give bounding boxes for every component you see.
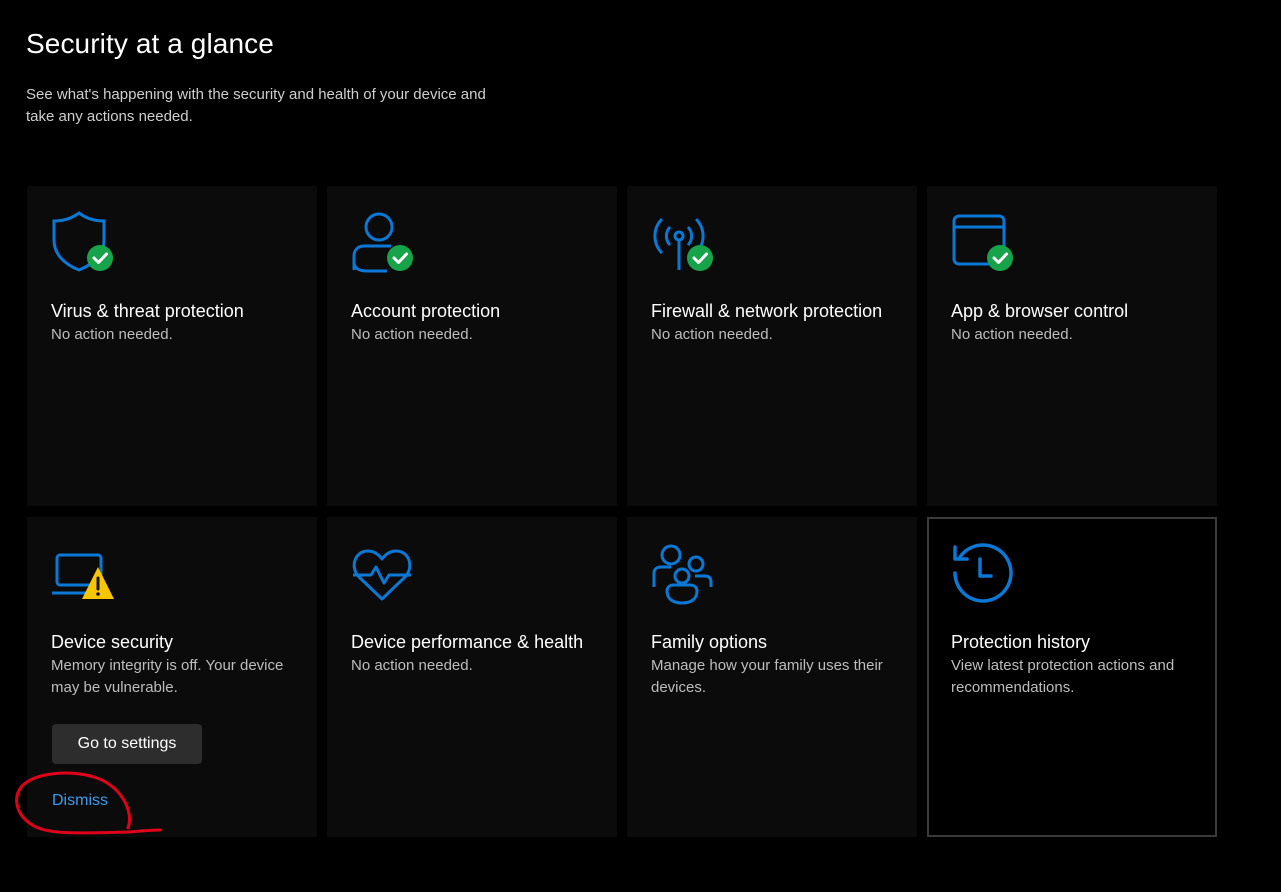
person-icon bbox=[352, 212, 413, 273]
tile-title: Virus & threat protection bbox=[51, 301, 244, 321]
tile-protection-history[interactable]: Protection history View latest protectio… bbox=[927, 517, 1217, 837]
red-circle-annotation bbox=[15, 771, 162, 835]
tile-status-text: No action needed. bbox=[351, 326, 473, 343]
tile-status-text: Memory integrity is off. Your device may… bbox=[51, 657, 284, 696]
page-subtitle: See what's happening with the security a… bbox=[26, 86, 486, 125]
laptop-icon bbox=[52, 553, 114, 599]
browser-window-icon bbox=[952, 214, 1013, 271]
tile-virus-threat-protection[interactable]: Virus & threat protection No action need… bbox=[27, 186, 317, 506]
tile-status-text: Manage how your family uses their device… bbox=[651, 657, 883, 696]
tile-title: Family options bbox=[651, 632, 768, 652]
tile-device-performance-health[interactable]: Device performance & health No action ne… bbox=[327, 517, 617, 837]
tile-title: Account protection bbox=[351, 301, 501, 321]
tile-status-text: No action needed. bbox=[51, 326, 173, 343]
history-icon bbox=[953, 543, 1013, 603]
tile-title: App & browser control bbox=[951, 301, 1129, 321]
tile-title: Firewall & network protection bbox=[651, 301, 883, 321]
go-to-settings-button[interactable]: Go to settings bbox=[52, 724, 202, 764]
antenna-icon bbox=[653, 217, 713, 271]
tile-app-browser-control[interactable]: App & browser control No action needed. bbox=[927, 186, 1217, 506]
tile-family-options[interactable]: Family options Manage how your family us… bbox=[627, 517, 917, 837]
tile-status-text: No action needed. bbox=[651, 326, 773, 343]
family-icon bbox=[652, 544, 713, 605]
tile-title: Device performance & health bbox=[351, 632, 584, 652]
tile-status-text: View latest protection actions and recom… bbox=[951, 657, 1175, 696]
tile-firewall-network-protection[interactable]: Firewall & network protection No action … bbox=[627, 186, 917, 506]
shield-icon bbox=[52, 211, 113, 272]
tile-account-protection[interactable]: Account protection No action needed. bbox=[327, 186, 617, 506]
heart-pulse-icon bbox=[352, 549, 412, 601]
tile-title: Device security bbox=[51, 632, 174, 652]
page-title: Security at a glance bbox=[26, 28, 274, 59]
tile-title: Protection history bbox=[951, 632, 1091, 652]
tile-status-text: No action needed. bbox=[951, 326, 1073, 343]
tile-status-text: No action needed. bbox=[351, 657, 473, 674]
